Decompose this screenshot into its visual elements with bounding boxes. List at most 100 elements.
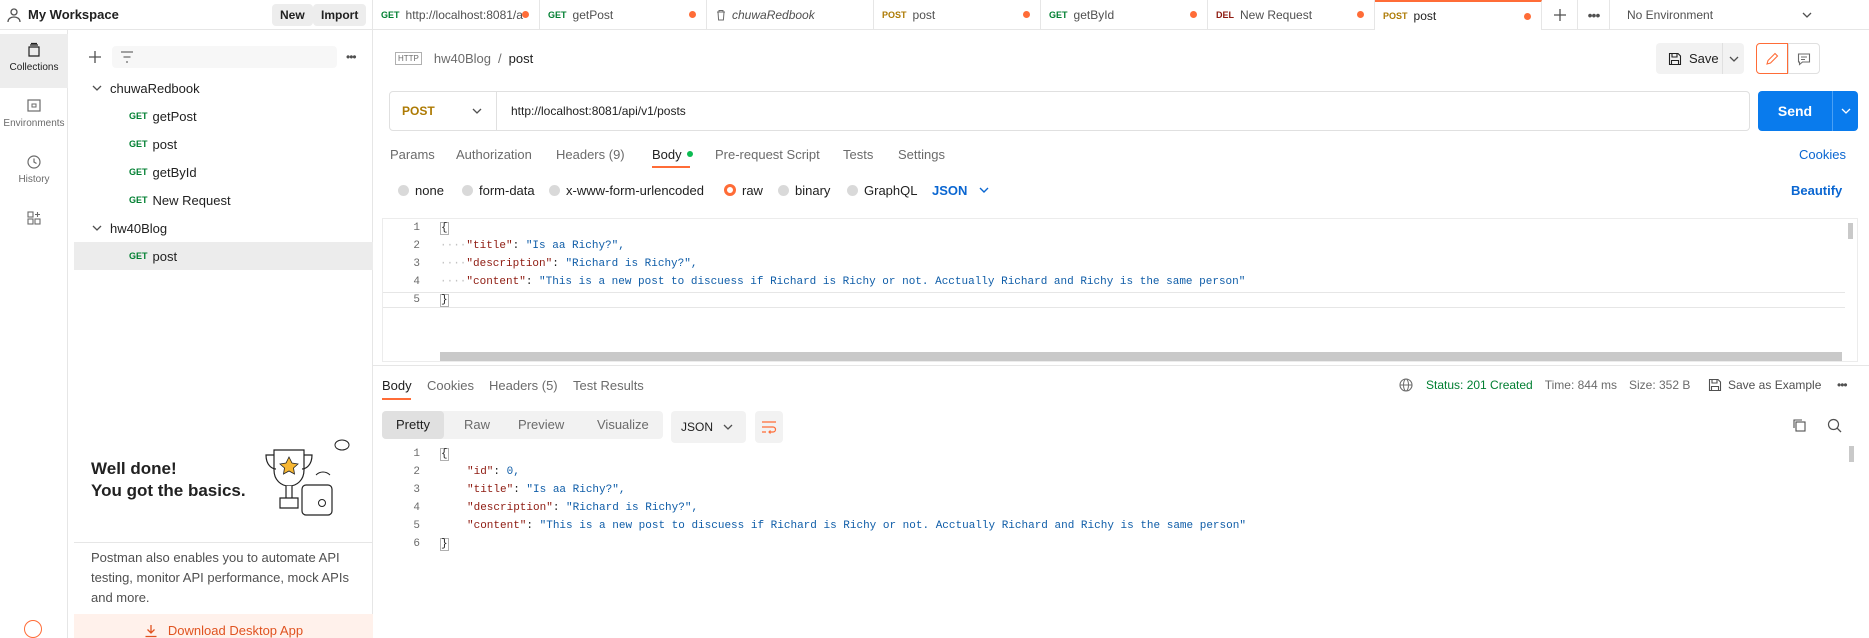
request-tab[interactable]: GET getPost xyxy=(540,0,707,30)
format-visualize[interactable]: Visualize xyxy=(583,411,663,439)
search-icon[interactable] xyxy=(1827,418,1842,433)
radio-raw[interactable]: raw xyxy=(724,183,763,198)
request-name: post xyxy=(152,136,178,152)
tab-params[interactable]: Params xyxy=(390,147,435,162)
tab-label: getById xyxy=(1073,8,1115,22)
breadcrumb-current[interactable]: post xyxy=(509,51,534,66)
response-vertical-scrollbar[interactable] xyxy=(1849,446,1854,462)
json-key: "description" xyxy=(466,258,553,270)
unsaved-dot xyxy=(1190,11,1197,18)
help-icon[interactable] xyxy=(24,620,42,638)
filter-input[interactable] xyxy=(112,46,337,68)
rail-apps[interactable] xyxy=(0,202,68,256)
radio-none[interactable]: none xyxy=(398,183,444,198)
send-button[interactable]: Send xyxy=(1758,91,1832,131)
save-as-example-label: Save as Example xyxy=(1728,378,1822,392)
environment-select[interactable]: No Environment xyxy=(1610,0,1820,30)
tab-body[interactable]: Body xyxy=(652,147,694,162)
new-tab-button[interactable] xyxy=(1542,0,1578,30)
radio-graphql[interactable]: GraphQL xyxy=(847,183,917,198)
format-raw[interactable]: Raw xyxy=(450,411,504,439)
size-text[interactable]: Size: 352 B xyxy=(1629,378,1690,392)
rail-collections[interactable]: Collections xyxy=(0,34,68,88)
save-as-example-button[interactable]: Save as Example xyxy=(1708,376,1821,394)
save-options-button[interactable] xyxy=(1722,43,1744,74)
response-meta: Status: 201 Created Time: 844 ms Size: 3… xyxy=(1399,377,1690,393)
sidebar-item-getbyid[interactable]: GET getById xyxy=(74,158,373,186)
more-icon[interactable]: ••• xyxy=(1837,378,1848,392)
response-tab-test-results[interactable]: Test Results xyxy=(573,378,644,393)
collection-hw40blog[interactable]: hw40Blog xyxy=(74,214,373,242)
json-key: "description" xyxy=(467,502,553,514)
rail-label: History xyxy=(18,174,50,185)
tab-options-button[interactable]: ••• xyxy=(1578,0,1610,30)
rail-history[interactable]: History xyxy=(0,146,68,200)
radio-form-data[interactable]: form-data xyxy=(462,183,535,198)
promo-subtitle: You got the basics. xyxy=(91,481,246,500)
vertical-scrollbar[interactable] xyxy=(1848,223,1853,239)
request-tab[interactable]: DEL New Request xyxy=(1208,0,1375,30)
request-tab-active[interactable]: POST post xyxy=(1375,0,1542,30)
tab-authorization[interactable]: Authorization xyxy=(456,147,532,162)
new-button[interactable]: New xyxy=(272,4,313,26)
comments-button[interactable] xyxy=(1788,43,1820,74)
radio-binary[interactable]: binary xyxy=(778,183,830,198)
plus-icon[interactable] xyxy=(88,50,102,64)
response-tab-headers[interactable]: Headers (5) xyxy=(489,378,558,393)
trophy-illustration-icon xyxy=(265,439,350,516)
tab-label: http://localhost:8081/a xyxy=(405,8,523,22)
tab-settings[interactable]: Settings xyxy=(898,147,945,162)
radio-urlencoded[interactable]: x-www-form-urlencoded xyxy=(549,183,704,198)
workspace-name[interactable]: My Workspace xyxy=(28,7,119,22)
response-tab-cookies[interactable]: Cookies xyxy=(427,378,474,393)
tab-headers[interactable]: Headers (9) xyxy=(556,147,625,162)
request-tab[interactable]: GET getById xyxy=(1041,0,1208,30)
line-number: 5 xyxy=(413,520,420,532)
sidebar-item-post[interactable]: GET post xyxy=(74,130,373,158)
url-input[interactable]: http://localhost:8081/api/v1/posts xyxy=(497,92,1749,130)
horizontal-scrollbar[interactable] xyxy=(440,352,1842,361)
import-button[interactable]: Import xyxy=(313,4,367,26)
request-tab[interactable]: GET http://localhost:8081/a xyxy=(373,0,540,30)
format-preview[interactable]: Preview xyxy=(504,411,578,439)
request-tab[interactable]: POST post xyxy=(874,0,1041,30)
code-line: ····"title": "Is aa Richy?", xyxy=(440,240,625,252)
cookies-link[interactable]: Cookies xyxy=(1799,147,1846,162)
request-name: getById xyxy=(152,164,197,180)
method-select[interactable]: POST xyxy=(390,92,497,130)
format-pretty[interactable]: Pretty xyxy=(382,411,444,439)
sidebar-item-getpost[interactable]: GET getPost xyxy=(74,102,373,130)
response-type-select[interactable]: JSON xyxy=(671,411,746,443)
chevron-down-icon xyxy=(92,225,102,231)
chevron-down-icon xyxy=(92,85,102,91)
status-text[interactable]: Status: 201 Created xyxy=(1426,378,1533,392)
send-options-button[interactable] xyxy=(1832,91,1858,131)
rail-environments[interactable]: Environments xyxy=(0,90,68,144)
collection-tab[interactable]: chuwaRedbook xyxy=(707,0,874,30)
tab-tests[interactable]: Tests xyxy=(843,147,873,162)
promo-card: Well done! You got the basics. xyxy=(74,391,373,543)
download-desktop-button[interactable]: Download Desktop App xyxy=(74,614,373,638)
time-text[interactable]: Time: 844 ms xyxy=(1545,378,1617,392)
sidebar-item-post-selected[interactable]: GET post xyxy=(74,242,373,270)
rail-label: Environments xyxy=(3,118,65,129)
tab-method: GET xyxy=(381,10,400,20)
body-format-select[interactable]: JSON xyxy=(932,183,989,198)
more-icon[interactable]: ••• xyxy=(346,50,357,64)
http-icon: HTTP xyxy=(395,51,422,65)
collection-chuwaredbook[interactable]: chuwaRedbook xyxy=(74,74,373,102)
sidebar-item-new-request[interactable]: GET New Request xyxy=(74,186,373,214)
edit-button[interactable] xyxy=(1756,43,1788,74)
breadcrumb-parent[interactable]: hw40Blog xyxy=(434,51,491,66)
radio-circle xyxy=(398,185,409,196)
response-tab-body[interactable]: Body xyxy=(382,378,412,393)
json-value: "Is aa Richy?", xyxy=(526,484,626,496)
promo-title: Well done! xyxy=(91,459,177,478)
save-button[interactable]: Save xyxy=(1656,51,1722,66)
code-line: } xyxy=(440,294,449,307)
wrap-lines-button[interactable] xyxy=(755,411,783,443)
copy-icon[interactable] xyxy=(1792,418,1807,433)
pane-divider[interactable] xyxy=(373,365,1869,366)
tab-pre-request-script[interactable]: Pre-request Script xyxy=(715,147,820,162)
beautify-link[interactable]: Beautify xyxy=(1791,183,1842,198)
